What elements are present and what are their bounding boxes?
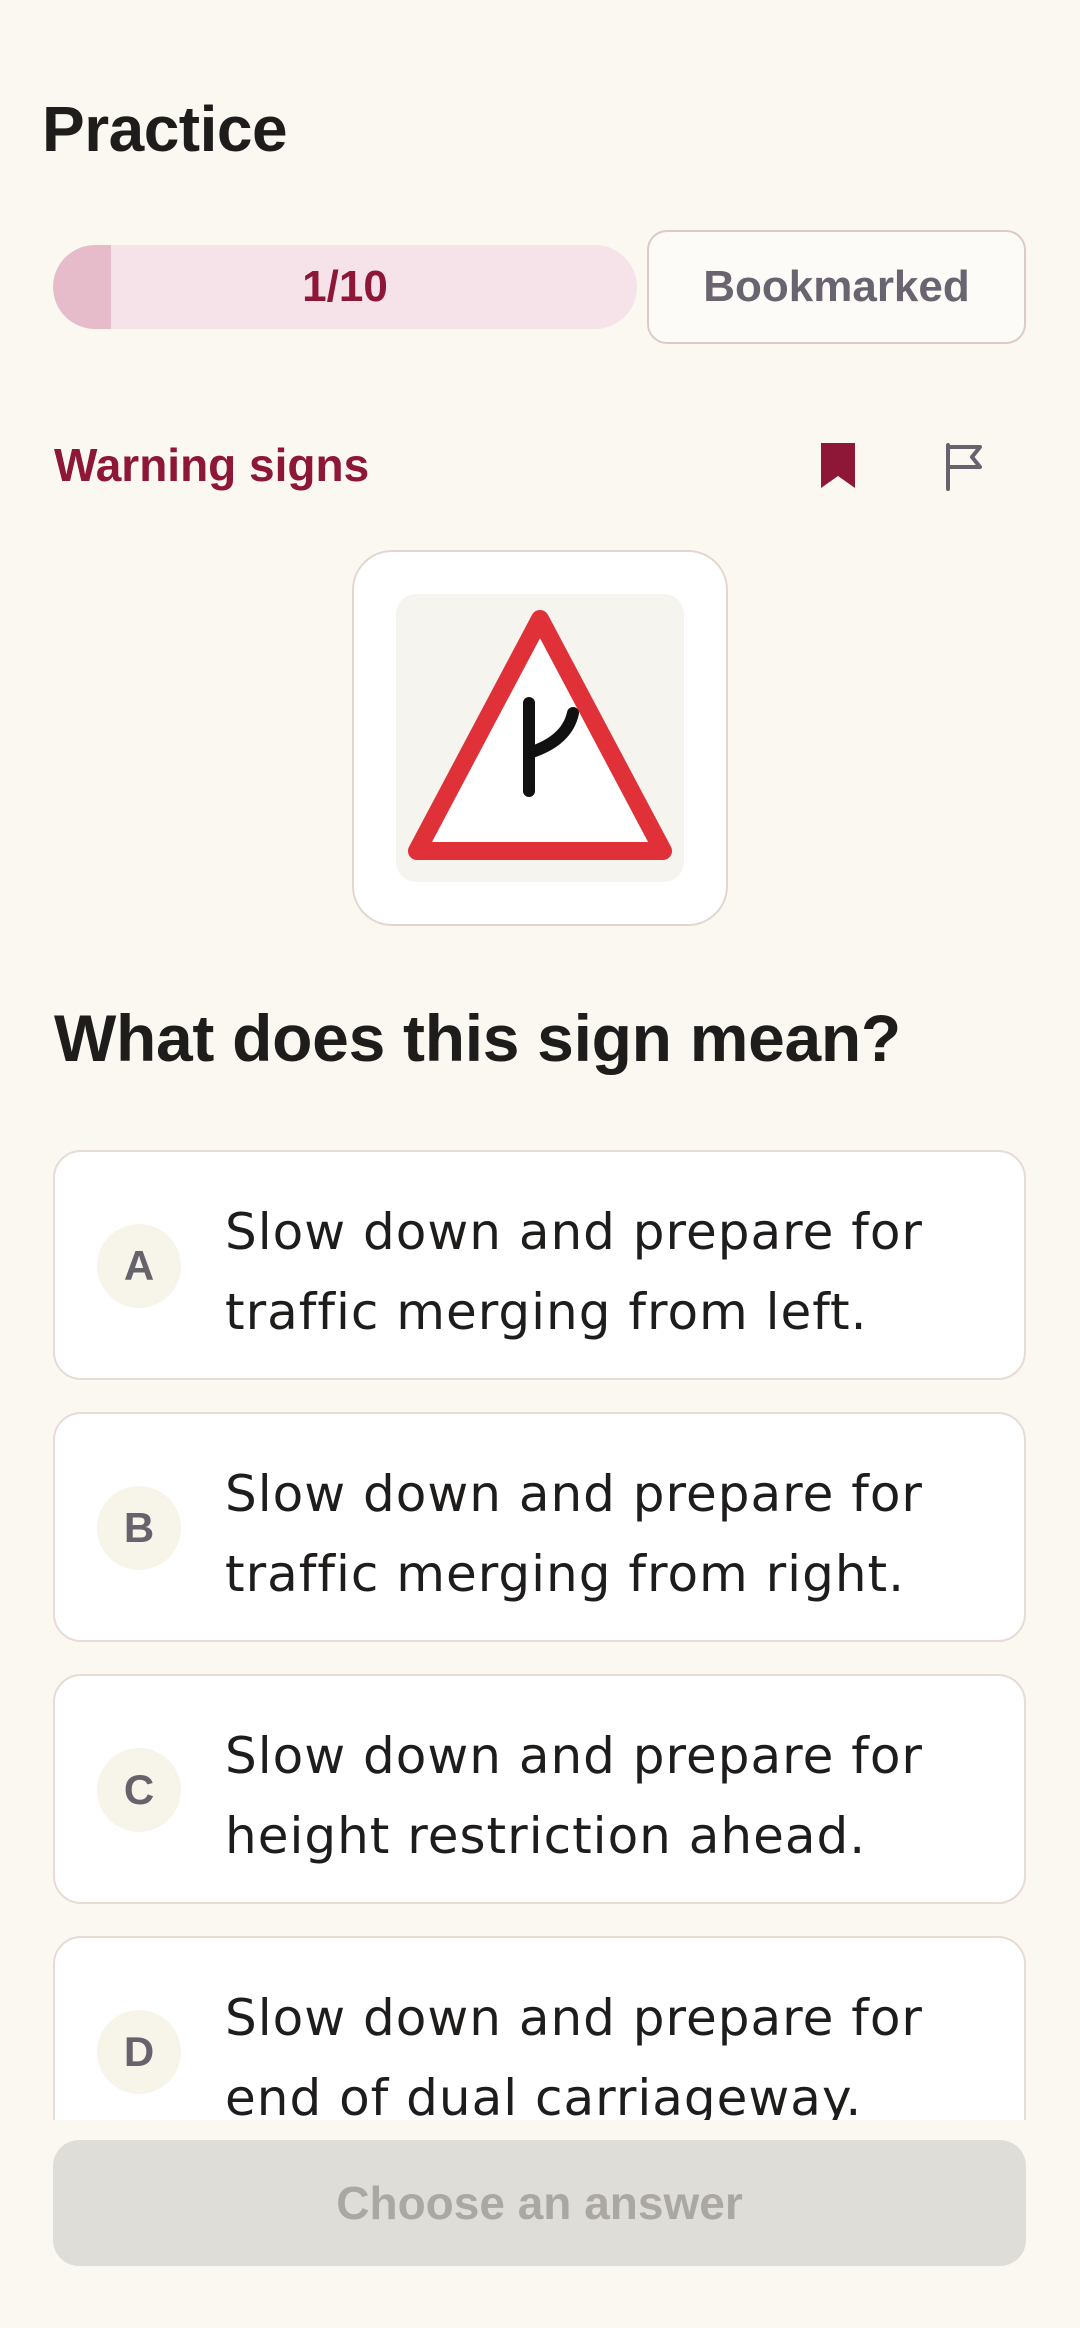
option-text: Slow down and prepare for end of dual ca… <box>225 1989 923 2120</box>
answer-option-d[interactable]: D Slow down and prepare for end of dual … <box>53 1936 1026 2120</box>
bookmark-icon[interactable] <box>798 426 878 506</box>
sign-image-card <box>352 550 728 926</box>
bookmarked-button[interactable]: Bookmarked <box>647 230 1026 344</box>
progress-indicator: 1/10 <box>53 245 637 329</box>
progress-label: 1/10 <box>302 262 388 311</box>
option-letter: B <box>97 1486 181 1570</box>
merging-traffic-sign-icon <box>396 594 684 882</box>
answer-option-a[interactable]: A Slow down and prepare for traffic merg… <box>53 1150 1026 1380</box>
flag-icon[interactable] <box>925 426 1005 506</box>
option-text: Slow down and prepare for traffic mergin… <box>225 1203 923 1341</box>
choose-answer-button[interactable]: Choose an answer <box>53 2140 1026 2266</box>
answer-options-list: A Slow down and prepare for traffic merg… <box>0 1145 1080 2120</box>
answer-option-c[interactable]: C Slow down and prepare for height restr… <box>53 1674 1026 1904</box>
practice-screen: Practice 1/10 Bookmarked Warning signs W… <box>0 0 1080 2328</box>
option-text: Slow down and prepare for height restric… <box>225 1727 923 1865</box>
question-text: What does this sign mean? <box>54 1001 901 1075</box>
option-letter: A <box>97 1224 181 1308</box>
option-text: Slow down and prepare for traffic mergin… <box>225 1465 923 1603</box>
category-label: Warning signs <box>54 439 370 491</box>
answer-option-b[interactable]: B Slow down and prepare for traffic merg… <box>53 1412 1026 1642</box>
option-letter: C <box>97 1748 181 1832</box>
page-title: Practice <box>42 93 288 165</box>
option-letter: D <box>97 2010 181 2094</box>
